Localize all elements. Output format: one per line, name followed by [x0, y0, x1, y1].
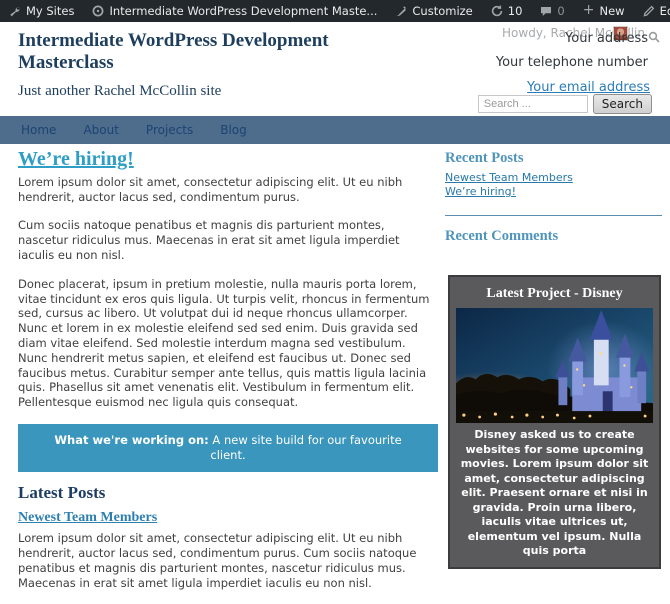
working-on-callout: What we're working on: A new site build …	[18, 423, 438, 472]
callout-label: What we're working on:	[54, 432, 209, 447]
site-name-label: Intermediate WordPress Development Maste…	[109, 4, 378, 18]
pencil-icon	[643, 5, 655, 17]
recent-post-link-were-hiring[interactable]: We’re hiring!	[445, 185, 662, 199]
site-branding: Intermediate WordPress Development Maste…	[18, 30, 363, 100]
header-contact-area: Howdy, Rachel McCollin Your address Your…	[410, 22, 660, 116]
header-search-form: Search	[477, 94, 652, 114]
main-column: We’re hiring! Lorem ipsum dolor sit amet…	[18, 149, 438, 604]
post-paragraph: Cum sociis natoque penatibus et magnis d…	[18, 218, 400, 262]
admin-bar-customize[interactable]: Customize	[386, 0, 481, 22]
search-icon[interactable]	[648, 28, 660, 47]
recent-post-link-newest-team-members[interactable]: Newest Team Members	[445, 171, 662, 185]
admin-bar-updates[interactable]: 10	[482, 0, 532, 22]
callout-text: A new site build for our favourite clien…	[208, 432, 402, 462]
contact-email-link[interactable]: Your email address	[527, 80, 650, 95]
wrench-icon	[9, 5, 21, 17]
primary-nav: Home About Projects Blog	[0, 116, 670, 144]
updates-count: 10	[507, 4, 523, 18]
contact-address: Your address	[565, 31, 648, 46]
post-title-link[interactable]: We’re hiring!	[18, 149, 134, 169]
new-label: New	[599, 4, 625, 18]
contact-phone: Your telephone number	[495, 55, 648, 70]
dashboard-gauge-icon	[92, 5, 104, 17]
sidebar-divider	[445, 215, 662, 216]
plus-icon: +	[582, 2, 595, 18]
updates-refresh-icon	[491, 5, 503, 17]
paintbrush-icon	[395, 5, 407, 17]
edit-post-label: Edit Post	[659, 4, 670, 18]
latest-post-title-link[interactable]: Newest Team Members	[18, 511, 157, 526]
admin-bar-new[interactable]: + New	[574, 0, 634, 22]
site-title[interactable]: Intermediate WordPress Development Maste…	[18, 30, 363, 74]
sidebar: Recent Posts Newest Team Members We’re h…	[445, 150, 662, 569]
nav-item-projects[interactable]: Projects	[146, 123, 193, 137]
admin-bar-edit-post[interactable]: Edit Post	[634, 0, 670, 22]
customize-label: Customize	[412, 4, 473, 18]
nav-item-blog[interactable]: Blog	[220, 123, 247, 137]
nav-item-home[interactable]: Home	[21, 123, 56, 137]
project-widget-title: Latest Project - Disney	[486, 286, 623, 301]
recent-posts-heading: Recent Posts	[445, 150, 524, 166]
my-sites-label: My Sites	[26, 4, 75, 18]
post-paragraph: Lorem ipsum dolor sit amet, consectetur …	[18, 174, 403, 204]
admin-bar-comments[interactable]: 0	[531, 0, 573, 22]
comments-count: 0	[557, 4, 565, 18]
wp-admin-bar: My Sites Intermediate WordPress Developm…	[0, 0, 670, 22]
admin-bar-my-sites[interactable]: My Sites	[0, 0, 83, 22]
disney-castle-image	[456, 308, 653, 423]
comment-bubble-icon	[540, 6, 552, 17]
latest-project-widget: Latest Project - Disney Disney asked us …	[448, 275, 661, 569]
project-widget-text: Disney asked us to create websites for s…	[460, 428, 649, 557]
search-input[interactable]	[477, 95, 588, 113]
content-area: We’re hiring! Lorem ipsum dolor sit amet…	[0, 144, 670, 590]
site-tagline: Just another Rachel McCollin site	[18, 83, 222, 99]
recent-comments-heading: Recent Comments	[445, 228, 559, 244]
admin-bar-site-name[interactable]: Intermediate WordPress Development Maste…	[83, 0, 386, 22]
site-header: Intermediate WordPress Development Maste…	[0, 22, 670, 116]
latest-posts-heading: Latest Posts	[18, 482, 106, 502]
nav-item-about[interactable]: About	[83, 123, 118, 137]
latest-post-excerpt: Lorem ipsum dolor sit amet, consectetur …	[18, 531, 417, 590]
search-button[interactable]: Search	[592, 94, 652, 114]
post-paragraph: Donec placerat, ipsum in pretium molesti…	[18, 276, 430, 410]
